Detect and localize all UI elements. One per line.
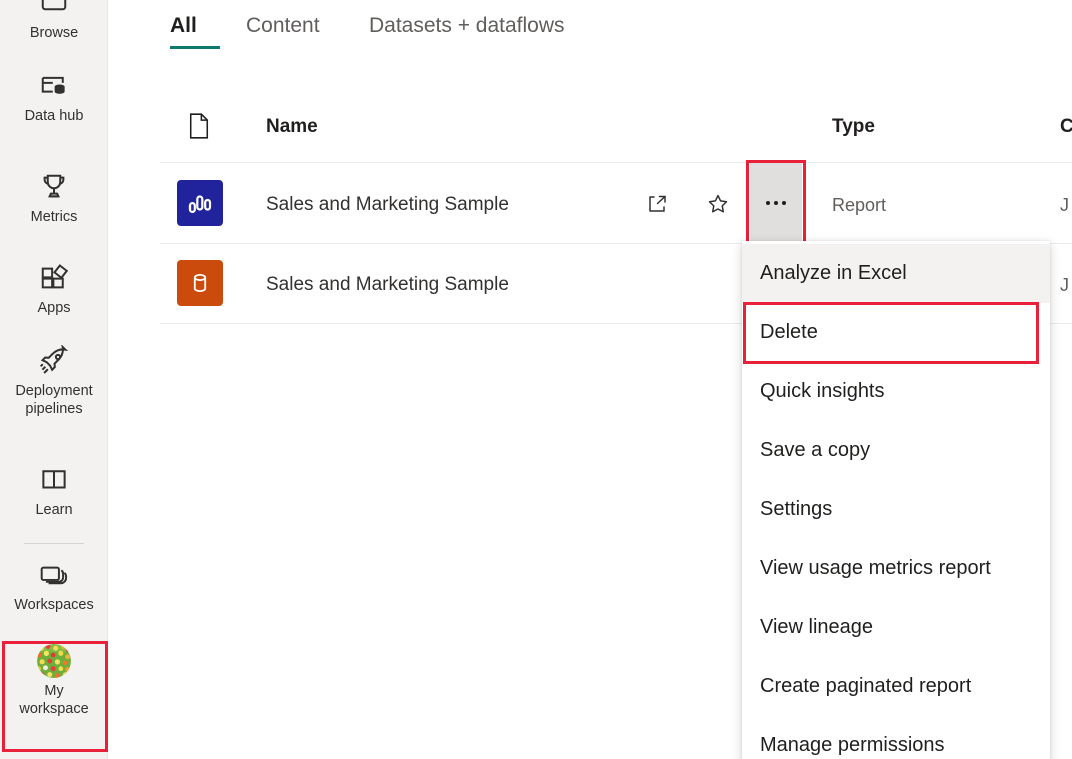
sidebar-item-metrics[interactable]: Metrics — [0, 170, 108, 226]
workspaces-stack-icon — [38, 558, 70, 592]
sidebar-item-label: Metrics — [30, 209, 78, 225]
cell-created: J — [1060, 275, 1069, 295]
table-header-separator — [160, 162, 1072, 163]
dataset-cylinder-icon — [177, 260, 223, 306]
sidebar-item-workspaces[interactable]: Workspaces — [0, 558, 108, 614]
menu-item-view-usage-metrics-report[interactable]: View usage metrics report — [742, 539, 1050, 598]
menu-item-quick-insights[interactable]: Quick insights — [742, 362, 1050, 421]
more-options-icon[interactable] — [750, 163, 802, 243]
menu-item-delete[interactable]: Delete — [742, 303, 1050, 362]
tab-active-underline — [170, 46, 220, 49]
file-type-icon[interactable] — [188, 113, 210, 144]
metrics-trophy-icon — [39, 170, 69, 204]
data-hub-icon — [39, 69, 69, 103]
context-menu: Analyze in Excel Delete Quick insights S… — [742, 241, 1050, 759]
menu-item-settings[interactable]: Settings — [742, 480, 1050, 539]
left-navigation-sidebar: Browse Data hub Metrics Apps Deployment … — [0, 0, 108, 759]
sidebar-item-label: Data hub — [24, 108, 84, 124]
sidebar-item-my-workspace[interactable]: My workspace — [0, 644, 108, 718]
apps-grid-icon — [39, 261, 69, 295]
sidebar-item-label: Apps — [37, 300, 71, 316]
sidebar-item-deployment-pipelines[interactable]: Deployment pipelines — [0, 344, 108, 418]
item-name-link[interactable]: Sales and Marketing Sample — [266, 194, 509, 216]
column-header-name[interactable]: Name — [266, 116, 318, 138]
sidebar-item-data-hub[interactable]: Data hub — [0, 69, 108, 125]
favorite-star-icon[interactable] — [702, 188, 734, 220]
menu-item-manage-permissions[interactable]: Manage permissions — [742, 716, 1050, 759]
column-header-created[interactable]: C — [1060, 116, 1072, 138]
cell-type: Report — [832, 195, 887, 215]
menu-item-create-paginated-report[interactable]: Create paginated report — [742, 657, 1050, 716]
menu-item-view-lineage[interactable]: View lineage — [742, 598, 1050, 657]
tab-content[interactable]: Content — [246, 14, 320, 48]
sidebar-divider — [24, 543, 84, 544]
share-icon[interactable] — [641, 188, 673, 220]
sidebar-item-label: Workspaces — [14, 597, 94, 613]
menu-item-analyze-in-excel[interactable]: Analyze in Excel — [742, 244, 1050, 303]
column-header-type[interactable]: Type — [832, 116, 875, 138]
rocket-icon — [38, 344, 70, 378]
sidebar-item-label: Learn — [35, 502, 73, 518]
sidebar-item-label: Browse — [29, 25, 79, 41]
sidebar-item-learn[interactable]: Learn — [0, 463, 108, 519]
menu-item-save-a-copy[interactable]: Save a copy — [742, 421, 1050, 480]
sidebar-item-label: Deployment pipelines — [15, 383, 93, 417]
sidebar-item-browse[interactable]: Browse — [0, 0, 108, 42]
tab-all[interactable]: All — [170, 14, 197, 48]
tab-datasets-dataflows[interactable]: Datasets + dataflows — [369, 14, 565, 48]
book-icon — [39, 463, 69, 497]
item-name-link[interactable]: Sales and Marketing Sample — [266, 274, 509, 296]
cell-created: J — [1060, 195, 1069, 215]
browse-icon — [39, 0, 69, 20]
sidebar-item-apps[interactable]: Apps — [0, 261, 108, 317]
more-dots — [766, 201, 786, 205]
sidebar-item-label: My workspace — [19, 683, 89, 717]
report-bar-chart-icon — [177, 180, 223, 226]
workspace-avatar-flowers — [37, 644, 71, 678]
